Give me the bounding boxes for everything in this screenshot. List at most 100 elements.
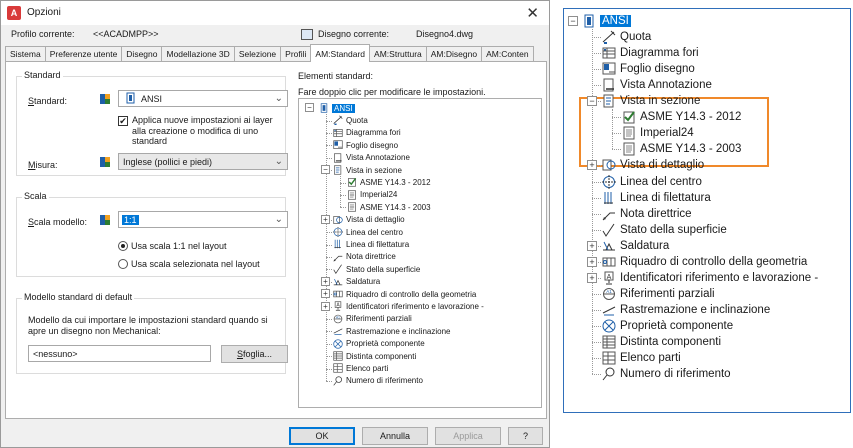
tree-node-label: Vista in sezione xyxy=(620,95,701,108)
tree-expand-toggle[interactable]: + xyxy=(587,256,597,267)
tree-node-nota-direttrice[interactable]: Nota direttrice xyxy=(333,251,396,263)
use-selected-scale-radio[interactable] xyxy=(118,259,128,269)
tree-node-vista-di-dettaglio[interactable]: Vista di dettaglio xyxy=(602,157,704,173)
tree-expand-toggle[interactable]: + xyxy=(587,272,597,283)
tree-node-diagramma-fori[interactable]: Diagramma fori xyxy=(333,127,401,139)
tree-node-proprieta-componente[interactable]: Proprietà componente xyxy=(602,318,733,334)
tab-selezione[interactable]: Selezione xyxy=(233,46,282,62)
style-checked-icon xyxy=(622,110,636,124)
tab-am-struttura[interactable]: AM:Struttura xyxy=(369,46,427,62)
tree-node-distinta-componenti[interactable]: Distinta componenti xyxy=(333,350,416,362)
tree-node-label: Linea di filettatura xyxy=(346,239,410,249)
tree-expand-toggle[interactable]: + xyxy=(587,160,597,171)
units-combo[interactable]: Inglese (pollici e piedi) ⌄ xyxy=(118,153,288,170)
tree-expand-toggle[interactable]: + xyxy=(587,240,597,251)
tree-node-elenco-parti[interactable]: Elenco parti xyxy=(333,362,388,374)
tree-node-rastremazione-e-inclinazione[interactable]: Rastremazione e inclinazione xyxy=(333,325,451,337)
tree-collapse-toggle[interactable]: − xyxy=(587,96,597,107)
tab-am-standard[interactable]: AM:Standard xyxy=(310,44,371,62)
apply-layers-checkbox[interactable]: ✔ xyxy=(118,116,128,126)
tree-expand-toggle[interactable]: + xyxy=(321,214,330,224)
tree-node-vista-annotazione[interactable]: Vista Annotazione xyxy=(333,152,410,164)
tree-node-vista-di-dettaglio[interactable]: Vista di dettaglio xyxy=(333,214,405,226)
current-profile-label: Profilo corrente: xyxy=(11,29,75,39)
tree-node-elenco-parti[interactable]: Elenco parti xyxy=(602,350,681,366)
tree-guide-line xyxy=(326,157,332,159)
tab-disegno[interactable]: Disegno xyxy=(121,46,163,62)
tree-node-identificatori-riferimento-e-lavorazione[interactable]: A Identificatori riferimento e lavorazion… xyxy=(333,300,484,312)
tab-preferenze-utente[interactable]: Preferenze utente xyxy=(44,46,123,62)
tree-node-proprieta-componente[interactable]: Proprietà componente xyxy=(333,338,425,350)
tree-node-foglio-disegno[interactable]: Foglio disegno xyxy=(602,61,695,77)
tree-node-stato-della-superficie[interactable]: Stato della superficie xyxy=(333,263,420,275)
hole-chart-icon xyxy=(333,128,343,138)
tree-node-imperial24[interactable]: Imperial24 xyxy=(622,125,694,141)
tree-node-label: Riquadro di controllo della geometria xyxy=(346,289,477,299)
tree-node-numero-di-riferimento[interactable]: Numero di riferimento xyxy=(602,366,731,382)
tree-node-nota-direttrice[interactable]: Nota direttrice xyxy=(602,206,692,222)
tree-node-label: Linea del centro xyxy=(346,227,403,237)
elements-tree[interactable]: − ANSI Quota Diagramma fori Foglio disegno Vi… xyxy=(298,98,542,408)
apply-button[interactable]: Applica xyxy=(435,427,501,445)
tree-node-riquadro-di-controllo-della-geometria[interactable]: Riquadro di controllo della geometria xyxy=(333,288,476,300)
tree-node-foglio-disegno[interactable]: Foglio disegno xyxy=(333,139,398,151)
tree-node-asme-y14-3-2003[interactable]: ASME Y14.3 - 2003 xyxy=(347,201,431,213)
tree-collapse-toggle[interactable]: − xyxy=(321,165,330,175)
tree-node-rastremazione-e-inclinazione[interactable]: Rastremazione e inclinazione xyxy=(602,302,770,318)
tree-node-identificatori-riferimento-e-lavorazione[interactable]: A Identificatori riferimento e lavorazion… xyxy=(602,270,818,286)
tree-node-stato-della-superficie[interactable]: Stato della superficie xyxy=(602,222,727,238)
tree-node-label: ASME Y14.3 - 2012 xyxy=(360,177,431,187)
model-scale-combo[interactable]: 1:1 ⌄ xyxy=(118,211,288,228)
tree-guide-line xyxy=(326,319,332,320)
tab-am-conten[interactable]: AM:Conten xyxy=(481,46,534,62)
autocad-app-icon: A xyxy=(7,6,21,20)
default-template-field[interactable]: <nessuno> xyxy=(28,345,211,362)
tree-node-riferimenti-parziali[interactable]: A1 Riferimenti parziali xyxy=(602,286,715,302)
title-bar: A Opzioni ✕ xyxy=(1,1,549,25)
tree-node-linea-di-filettatura[interactable]: Linea di filettatura xyxy=(333,238,409,250)
tree-node-asme-y14-3-2003[interactable]: ASME Y14.3 - 2003 xyxy=(622,141,741,157)
section-view-icon xyxy=(602,94,616,108)
help-button[interactable]: ? xyxy=(508,427,543,445)
tab-am-disegno[interactable]: AM:Disegno xyxy=(425,46,483,62)
tree-collapse-toggle[interactable]: − xyxy=(568,16,578,27)
use-1-1-scale-radio[interactable] xyxy=(118,241,128,251)
tab-modellazione-3d[interactable]: Modellazione 3D xyxy=(161,46,235,62)
tree-expand-toggle[interactable]: + xyxy=(321,301,330,311)
tree-node-saldatura[interactable]: Saldatura xyxy=(602,238,669,254)
tab-profili[interactable]: Profili xyxy=(280,46,312,62)
tree-node-saldatura[interactable]: Saldatura xyxy=(333,276,380,288)
tree-node-asme-y14-3-2012[interactable]: ASME Y14.3 - 2012 xyxy=(622,109,741,125)
tree-node-quota[interactable]: Quota xyxy=(333,114,368,126)
tree-node-numero-di-riferimento[interactable]: Numero di riferimento xyxy=(333,375,423,387)
tree-node-linea-del-centro[interactable]: Linea del centro xyxy=(333,226,403,238)
tree-node-riferimenti-parziali[interactable]: A1 Riferimenti parziali xyxy=(333,313,412,325)
tree-node-linea-del-centro[interactable]: Linea del centro xyxy=(602,174,702,190)
cancel-button[interactable]: Annulla xyxy=(362,427,428,445)
tree-node-vista-annotazione[interactable]: Vista Annotazione xyxy=(602,77,712,93)
tree-node-quota[interactable]: Quota xyxy=(602,29,651,45)
tree-expand-toggle[interactable]: + xyxy=(321,289,330,299)
tree-node-vista-in-sezione[interactable]: Vista in sezione xyxy=(602,93,700,109)
default-template-value: <nessuno> xyxy=(33,349,78,359)
tree-node-ansi[interactable]: ANSI xyxy=(319,102,355,114)
tree-node-distinta-componenti[interactable]: Distinta componenti xyxy=(602,334,721,350)
ok-button[interactable]: OK xyxy=(289,427,355,445)
tab-sistema[interactable]: Sistema xyxy=(5,46,46,62)
close-icon[interactable]: ✕ xyxy=(526,4,539,22)
dimension-icon xyxy=(602,30,616,45)
tree-node-asme-y14-3-2012[interactable]: ASME Y14.3 - 2012 xyxy=(347,176,431,188)
tree-expand-toggle[interactable]: + xyxy=(321,276,330,286)
tree-node-riquadro-di-controllo-della-geometria[interactable]: Riquadro di controllo della geometria xyxy=(602,254,807,270)
ansi-root-icon xyxy=(319,103,329,113)
standard-combo[interactable]: ANSI ⌄ xyxy=(118,90,288,107)
tree-node-linea-di-filettatura[interactable]: Linea di filettatura xyxy=(602,190,711,206)
tree-node-diagramma-fori[interactable]: Diagramma fori xyxy=(602,45,699,61)
tree-collapse-toggle[interactable]: − xyxy=(305,103,314,113)
tree-node-imperial24[interactable]: Imperial24 xyxy=(347,189,397,201)
tree-node-vista-in-sezione[interactable]: Vista in sezione xyxy=(333,164,402,176)
style-doc-icon xyxy=(622,126,636,140)
tree-guide-line xyxy=(326,368,332,370)
tree-node-ansi[interactable]: ANSI xyxy=(582,13,631,29)
browse-button[interactable]: Sfoglia... xyxy=(221,345,288,363)
